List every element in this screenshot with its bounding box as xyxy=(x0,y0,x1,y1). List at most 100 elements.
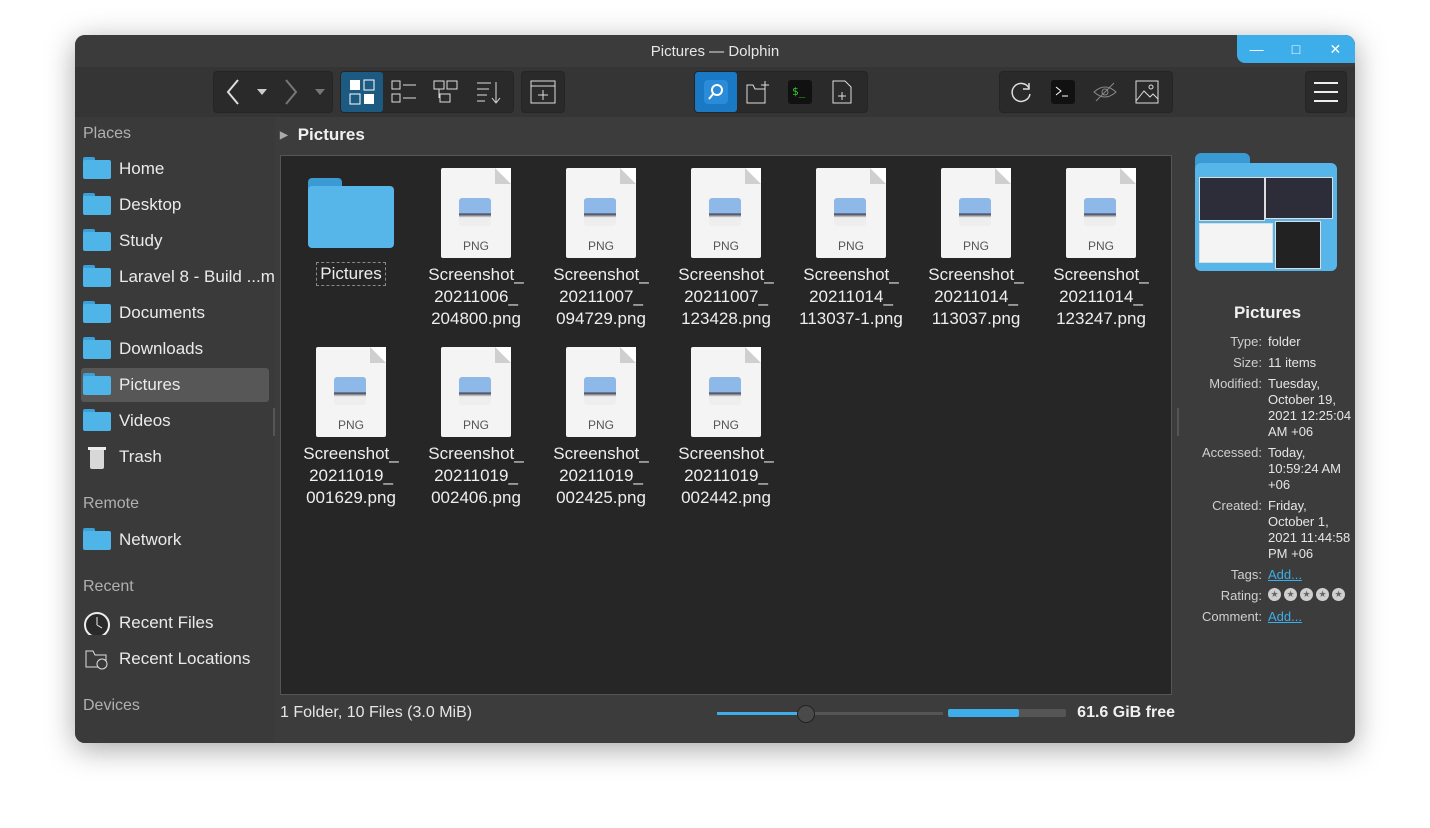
file-item[interactable]: PNG Screenshot_ 20211006_ 204800.png xyxy=(416,168,536,330)
home-folder-icon xyxy=(83,157,111,181)
png-file-icon: PNG xyxy=(441,168,511,258)
window-title: Pictures — Dolphin xyxy=(650,43,780,60)
breadcrumb-arrow-icon[interactable]: ▶ xyxy=(280,130,288,141)
place-laravel[interactable]: Laravel 8 - Build ...m xyxy=(81,260,275,294)
star-icon[interactable]: ★ xyxy=(1316,588,1329,601)
file-name: Screenshot_ 20211007_ 094729.png xyxy=(553,265,649,328)
extras-group xyxy=(999,71,1173,113)
file-item[interactable]: PNG Screenshot_ 20211019_ 001629.png xyxy=(291,347,411,509)
file-item[interactable]: PNG Screenshot_ 20211007_ 094729.png xyxy=(541,168,661,330)
place-label: Trash xyxy=(119,447,162,466)
add-comment-link[interactable]: Add... xyxy=(1268,609,1354,625)
places-header: Places xyxy=(83,125,132,142)
file-item[interactable]: PNG Screenshot_ 20211019_ 002442.png xyxy=(666,347,786,509)
preview-image-icon[interactable] xyxy=(1126,72,1168,112)
png-label: PNG xyxy=(587,239,614,253)
zoom-slider-fill xyxy=(717,712,806,715)
close-button[interactable]: ✕ xyxy=(1323,41,1347,58)
place-study[interactable]: Study xyxy=(81,224,269,258)
maximize-button[interactable]: □ xyxy=(1284,41,1308,57)
place-network[interactable]: Network xyxy=(81,523,269,557)
new-file-button[interactable] xyxy=(821,72,863,112)
forward-history-dropdown[interactable] xyxy=(310,72,330,112)
downloads-folder-icon xyxy=(83,337,111,361)
documents-folder-icon xyxy=(83,301,111,325)
dolphin-window: Pictures — Dolphin — □ ✕ $_ Places Home … xyxy=(75,35,1355,743)
place-recent-files[interactable]: Recent Files xyxy=(81,606,269,640)
place-downloads[interactable]: Downloads xyxy=(81,332,269,366)
place-label: Videos xyxy=(119,411,171,430)
remote-header: Remote xyxy=(83,495,140,512)
back-history-dropdown[interactable] xyxy=(252,72,272,112)
place-home[interactable]: Home xyxy=(81,152,269,186)
png-label: PNG xyxy=(712,239,739,253)
place-label: Network xyxy=(119,530,182,549)
split-view-button[interactable] xyxy=(522,72,564,112)
recent-locations-icon xyxy=(85,650,108,670)
file-item[interactable]: PNG Screenshot_ 20211014_ 113037-1.png xyxy=(791,168,911,330)
minimize-button[interactable]: — xyxy=(1245,41,1269,57)
file-item[interactable]: PNG Screenshot_ 20211014_ 113037.png xyxy=(916,168,1036,330)
forward-button[interactable] xyxy=(272,72,310,112)
file-name: Screenshot_ 20211019_ 001629.png xyxy=(303,444,399,507)
star-icon[interactable]: ★ xyxy=(1332,588,1345,601)
details-view-button[interactable] xyxy=(425,72,467,112)
file-item[interactable]: PNG Screenshot_ 20211014_ 123247.png xyxy=(1041,168,1161,330)
file-name: Screenshot_ 20211019_ 002442.png xyxy=(678,444,774,507)
zoom-slider-handle[interactable] xyxy=(797,705,816,723)
terminal-panel-icon[interactable] xyxy=(1042,72,1084,112)
split-view-group xyxy=(521,71,565,113)
hamburger-menu-button[interactable] xyxy=(1305,71,1347,113)
file-item[interactable]: PNG Screenshot_ 20211007_ 123428.png xyxy=(666,168,786,330)
rating-stars[interactable]: ★ ★ ★ ★ ★ xyxy=(1268,588,1354,601)
file-item[interactable]: PNG Screenshot_ 20211019_ 002406.png xyxy=(416,347,536,509)
png-label: PNG xyxy=(962,239,989,253)
place-label: Documents xyxy=(119,303,205,322)
sort-button[interactable] xyxy=(467,72,509,112)
hidden-files-icon[interactable] xyxy=(1084,72,1126,112)
trash-icon xyxy=(88,447,106,469)
breadcrumb[interactable]: ▶ Pictures xyxy=(280,125,365,145)
clock-icon xyxy=(84,612,110,635)
png-file-icon: PNG xyxy=(691,168,761,258)
file-name: Screenshot_ 20211019_ 002406.png xyxy=(428,444,524,507)
png-file-icon: PNG xyxy=(816,168,886,258)
place-recent-locations[interactable]: Recent Locations xyxy=(81,642,269,676)
file-name: Screenshot_ 20211007_ 123428.png xyxy=(678,265,774,328)
place-documents[interactable]: Documents xyxy=(81,296,269,330)
star-icon[interactable]: ★ xyxy=(1284,588,1297,601)
place-desktop[interactable]: Desktop xyxy=(81,188,269,222)
place-trash[interactable]: Trash xyxy=(81,440,269,474)
videos-folder-icon xyxy=(83,409,111,433)
navigation-group xyxy=(213,71,333,113)
breadcrumb-current[interactable]: Pictures xyxy=(298,125,365,145)
search-button[interactable] xyxy=(695,72,737,112)
png-file-icon: PNG xyxy=(441,347,511,437)
info-splitter[interactable] xyxy=(1177,408,1179,436)
folder-icon xyxy=(83,229,111,253)
png-label: PNG xyxy=(462,239,489,253)
window-controls: — □ ✕ xyxy=(1237,35,1355,63)
folder-icon xyxy=(83,265,111,289)
place-pictures[interactable]: Pictures xyxy=(81,368,269,402)
reload-icon[interactable] xyxy=(1000,72,1042,112)
png-label: PNG xyxy=(462,418,489,432)
file-item[interactable]: PNG Screenshot_ 20211019_ 002425.png xyxy=(541,347,661,509)
icons-view-button[interactable] xyxy=(341,72,383,112)
star-icon[interactable]: ★ xyxy=(1268,588,1281,601)
file-view[interactable]: Pictures PNG Screenshot_ 20211006_ 204800.… xyxy=(280,155,1172,695)
star-icon[interactable]: ★ xyxy=(1300,588,1313,601)
add-tags-link[interactable]: Add... xyxy=(1268,567,1354,583)
information-panel: Pictures Type: folder Size: 11 items Modif… xyxy=(1180,117,1355,737)
png-label: PNG xyxy=(837,239,864,253)
zoom-slider[interactable] xyxy=(717,705,943,723)
compact-view-button[interactable] xyxy=(383,72,425,112)
new-folder-button[interactable] xyxy=(737,72,779,112)
back-button[interactable] xyxy=(214,72,252,112)
devices-header: Devices xyxy=(83,697,140,714)
terminal-icon[interactable]: $_ xyxy=(779,72,821,112)
file-name: Screenshot_ 20211006_ 204800.png xyxy=(428,265,524,328)
places-splitter[interactable] xyxy=(273,408,275,436)
place-videos[interactable]: Videos xyxy=(81,404,269,438)
folder-item-pictures[interactable]: Pictures xyxy=(291,168,411,286)
